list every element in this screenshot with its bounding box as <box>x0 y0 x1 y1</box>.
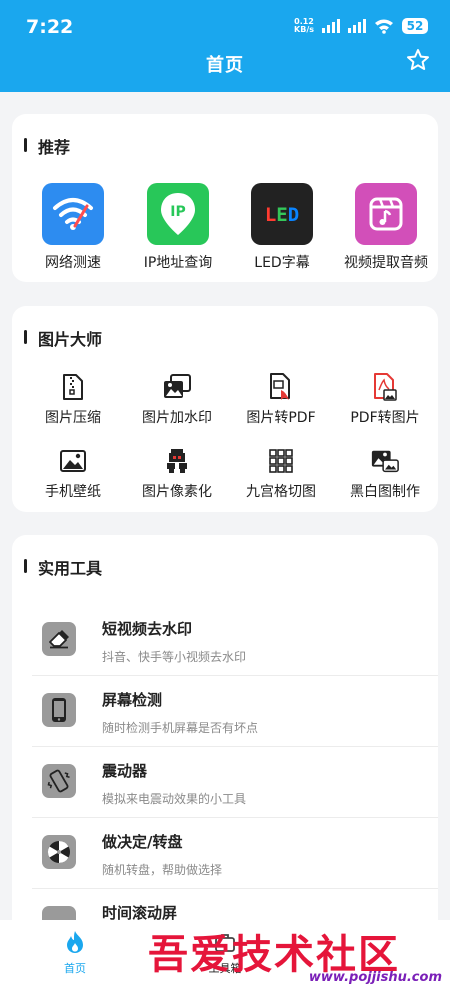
tool-name: 震动器 <box>102 762 148 780</box>
tool-description: 抖音、快手等小视频去水印 <box>102 650 247 664</box>
zip-file-icon <box>58 372 88 402</box>
photos-stack-icon <box>162 372 192 402</box>
image-item-label: 手机壁纸 <box>45 484 101 500</box>
eraser-icon <box>42 622 76 656</box>
watermark-url: www.pojjishu.com <box>308 970 442 985</box>
tool-item-decision-wheel[interactable]: 做决定/转盘 随机转盘，帮助做选择 <box>24 818 438 889</box>
recommend-item-network-speed[interactable]: 网络测速 <box>21 183 125 272</box>
image-item-nine-grid[interactable]: 九宫格切图 <box>229 446 333 501</box>
recommend-item-video-audio[interactable]: 视频提取音频 <box>334 183 438 272</box>
image-item-label: 图片像素化 <box>142 484 212 500</box>
pdf-to-image-icon <box>370 372 400 402</box>
tools-card: 实用工具 短视频去水印 抖音、快手等小视频去水印 屏幕检测 随时检测手机屏幕是否… <box>12 535 438 935</box>
pixel-character-icon <box>162 446 192 476</box>
black-white-image-icon <box>370 446 400 476</box>
grid-nine-icon <box>266 446 296 476</box>
flame-icon <box>67 931 83 953</box>
image-item-label: PDF转图片 <box>350 410 420 426</box>
recommend-item-ip-lookup[interactable]: IP IP地址查询 <box>126 183 230 272</box>
tool-description: 随机转盘，帮助做选择 <box>102 863 223 877</box>
recommend-label: 网络测速 <box>45 255 101 271</box>
wifi-speed-icon <box>42 183 104 245</box>
led-icon: LED <box>251 183 313 245</box>
star-outline-icon[interactable] <box>406 48 430 72</box>
battery-indicator: 52 <box>402 18 428 34</box>
video-audio-icon <box>355 183 417 245</box>
image-item-pixelate[interactable]: 图片像素化 <box>125 446 229 501</box>
recommend-label: 视频提取音频 <box>344 255 428 271</box>
tool-item-remove-watermark[interactable]: 短视频去水印 抖音、快手等小视频去水印 <box>24 605 438 676</box>
tool-item-vibrator[interactable]: 震动器 模拟来电震动效果的小工具 <box>24 747 438 818</box>
recommend-label: LED字幕 <box>254 255 310 271</box>
tab-label: 首页 <box>64 962 86 975</box>
image-item-label: 图片加水印 <box>142 410 212 426</box>
recommend-card: 推荐 网络测速 IP IP地址查询 LED LED字幕 视频提取音频 <box>12 114 438 282</box>
wallpaper-icon <box>58 446 88 476</box>
recommend-label: IP地址查询 <box>143 255 213 271</box>
tool-name: 做决定/转盘 <box>102 833 183 851</box>
tab-home[interactable]: 首页 <box>30 930 120 976</box>
image-item-black-white[interactable]: 黑白图制作 <box>333 446 437 501</box>
tool-name: 短视频去水印 <box>102 620 193 638</box>
section-title-recommend: 推荐 <box>23 134 70 158</box>
image-item-watermark[interactable]: 图片加水印 <box>125 372 229 427</box>
image-item-compress[interactable]: 图片压缩 <box>21 372 125 427</box>
spin-wheel-icon <box>42 835 76 869</box>
signal-1-icon <box>322 19 340 33</box>
site-watermark: 吾爱技术社区 www.pojjishu.com <box>148 922 448 996</box>
signal-2-icon <box>348 19 366 33</box>
svg-text:LED: LED <box>265 204 299 226</box>
tool-description: 随时检测手机屏幕是否有坏点 <box>102 721 259 735</box>
tool-name: 屏幕检测 <box>102 691 163 709</box>
image-item-label: 九宫格切图 <box>246 484 316 500</box>
svg-text:IP: IP <box>170 204 185 220</box>
app-header: 7:22 0.12 KB/s 52 首页 <box>0 0 450 92</box>
network-speed: 0.12 KB/s <box>294 17 314 34</box>
image-item-pdf-to-image[interactable]: PDF转图片 <box>333 372 437 427</box>
wifi-icon <box>375 19 393 34</box>
phone-screen-icon <box>42 693 76 727</box>
status-indicators: 0.12 KB/s 52 <box>294 18 428 34</box>
image-to-pdf-icon <box>266 372 296 402</box>
section-title-tools: 实用工具 <box>23 555 102 579</box>
image-master-card: 图片大师 图片压缩 图片加水印 图片转PDF PDF转图片 手机壁纸 图片像素化… <box>12 306 438 512</box>
page-title: 首页 <box>206 55 244 76</box>
ip-location-icon: IP <box>147 183 209 245</box>
image-item-to-pdf[interactable]: 图片转PDF <box>229 372 333 427</box>
tool-description: 模拟来电震动效果的小工具 <box>102 792 247 806</box>
image-item-label: 图片压缩 <box>45 410 101 426</box>
recommend-item-led[interactable]: LED LED字幕 <box>230 183 334 272</box>
image-item-wallpaper[interactable]: 手机壁纸 <box>21 446 125 501</box>
vibrate-phone-icon <box>42 764 76 798</box>
tool-item-screen-check[interactable]: 屏幕检测 随时检测手机屏幕是否有坏点 <box>24 676 438 747</box>
section-title-image-master: 图片大师 <box>23 326 102 350</box>
image-item-label: 图片转PDF <box>246 410 316 426</box>
image-item-label: 黑白图制作 <box>350 484 420 500</box>
status-time: 7:22 <box>26 16 74 38</box>
